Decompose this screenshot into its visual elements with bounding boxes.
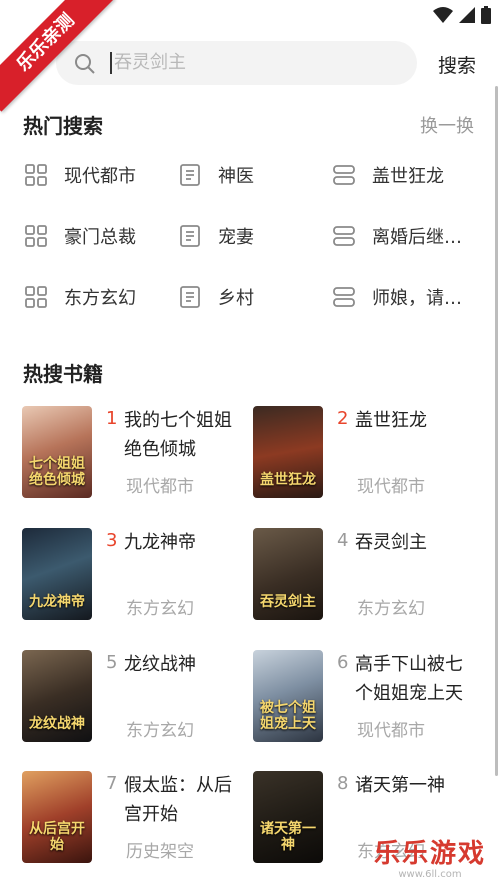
- grid-icon: [25, 164, 47, 186]
- cover-title: 七个姐姐绝色倾城: [29, 456, 85, 488]
- hot-search-label: 乡村: [218, 288, 254, 309]
- book-item[interactable]: 盖世狂龙 2 盖世狂龙 现代都市: [253, 406, 483, 506]
- cover-title: 被七个姐姐宠上天: [260, 700, 316, 732]
- watermark-title: 乐乐游戏: [373, 839, 486, 869]
- grid-icon: [25, 286, 47, 308]
- hot-search-item[interactable]: 宠妻: [178, 221, 254, 251]
- book-category: 东方玄幻: [126, 599, 194, 619]
- book-cover[interactable]: 诸天第一神: [253, 771, 323, 863]
- hot-search-item[interactable]: 豪门总裁: [24, 221, 136, 251]
- stack-icon: [333, 226, 355, 246]
- book-icon: [180, 286, 200, 308]
- hot-search-label: 盖世狂龙: [372, 166, 444, 187]
- book-cover[interactable]: 吞灵剑主: [253, 528, 323, 620]
- book-title: 假太监：从后宫开始: [124, 775, 232, 825]
- refresh-button[interactable]: 换一换: [420, 112, 474, 138]
- book-item[interactable]: 九龙神帝 3 九龙神帝 东方玄幻: [22, 528, 252, 628]
- hot-search-item[interactable]: 离婚后继…: [332, 221, 462, 251]
- search-button[interactable]: 搜索: [438, 51, 476, 78]
- book-category: 东方玄幻: [357, 599, 425, 619]
- battery-icon: [481, 6, 491, 24]
- hot-search-label: 神医: [218, 166, 254, 187]
- book-item[interactable]: 从后宫开始 7 假太监：从后宫开始 历史架空: [22, 771, 252, 871]
- book-category: 东方玄幻: [126, 721, 194, 741]
- book-rank: 2: [337, 408, 349, 429]
- hot-search-item[interactable]: 盖世狂龙: [332, 160, 444, 190]
- book-rank: 7: [106, 773, 118, 794]
- stack-icon: [333, 287, 355, 307]
- hot-search-label: 豪门总裁: [64, 227, 136, 248]
- hot-search-item[interactable]: 师娘，请…: [332, 282, 462, 312]
- search-placeholder: 吞灵剑主: [114, 52, 186, 73]
- hot-search-item[interactable]: 现代都市: [24, 160, 136, 190]
- hot-search-item[interactable]: 神医: [178, 160, 254, 190]
- book-rank: 5: [106, 652, 118, 673]
- book-item[interactable]: 吞灵剑主 4 吞灵剑主 东方玄幻: [253, 528, 483, 628]
- book-rank: 4: [337, 530, 349, 551]
- book-cover[interactable]: 盖世狂龙: [253, 406, 323, 498]
- book-cover[interactable]: 九龙神帝: [22, 528, 92, 620]
- hot-search-label: 师娘，请…: [372, 288, 462, 309]
- book-item[interactable]: 被七个姐姐宠上天 6 高手下山被七个姐姐宠上天 现代都市: [253, 650, 483, 750]
- wifi-icon: [433, 7, 453, 23]
- book-item[interactable]: 龙纹战神 5 龙纹战神 东方玄幻: [22, 650, 252, 750]
- cover-title: 吞灵剑主: [260, 594, 316, 610]
- book-title: 我的七个姐姐绝色倾城: [124, 410, 232, 460]
- corner-ribbon: 乐乐亲测: [0, 0, 120, 120]
- book-title: 高手下山被七个姐姐宠上天: [355, 654, 463, 704]
- ribbon-label: 乐乐亲测: [0, 0, 115, 112]
- book-icon: [180, 225, 200, 247]
- book-title: 盖世狂龙: [355, 410, 427, 431]
- book-cover[interactable]: 七个姐姐绝色倾城: [22, 406, 92, 498]
- book-category: 历史架空: [126, 842, 194, 862]
- book-icon: [180, 164, 200, 186]
- book-category: 现代都市: [126, 477, 194, 497]
- book-rank: 8: [337, 773, 349, 794]
- hot-search-label: 离婚后继…: [372, 227, 462, 248]
- cover-title: 龙纹战神: [29, 716, 85, 732]
- hot-search-label: 东方玄幻: [64, 288, 136, 309]
- stack-icon: [333, 165, 355, 185]
- watermark: 乐乐游戏 www.6ll.com: [365, 840, 495, 886]
- book-cover[interactable]: 从后宫开始: [22, 771, 92, 863]
- grid-icon: [25, 225, 47, 247]
- cover-title: 九龙神帝: [29, 594, 85, 610]
- scrollbar[interactable]: [495, 86, 498, 776]
- book-rank: 3: [106, 530, 118, 551]
- book-title: 九龙神帝: [124, 532, 196, 553]
- hot-search-label: 现代都市: [64, 166, 136, 187]
- book-cover[interactable]: 被七个姐姐宠上天: [253, 650, 323, 742]
- watermark-url: www.6ll.com: [398, 869, 462, 880]
- book-category: 现代都市: [357, 477, 425, 497]
- book-title: 诸天第一神: [355, 775, 445, 796]
- book-category: 现代都市: [357, 721, 425, 741]
- hot-search-item[interactable]: 乡村: [178, 282, 254, 312]
- book-title: 吞灵剑主: [355, 532, 427, 553]
- hot-books-title: 热搜书籍: [23, 362, 103, 386]
- book-cover[interactable]: 龙纹战神: [22, 650, 92, 742]
- book-item[interactable]: 七个姐姐绝色倾城 1 我的七个姐姐绝色倾城 现代都市: [22, 406, 252, 506]
- cover-title: 盖世狂龙: [260, 472, 316, 488]
- signal-icon: [459, 7, 475, 23]
- hot-search-item[interactable]: 东方玄幻: [24, 282, 136, 312]
- hot-search-label: 宠妻: [218, 227, 254, 248]
- book-rank: 1: [106, 408, 118, 429]
- cover-title: 诸天第一神: [260, 821, 316, 853]
- book-title: 龙纹战神: [124, 654, 196, 675]
- cover-title: 从后宫开始: [29, 821, 85, 853]
- book-rank: 6: [337, 652, 349, 673]
